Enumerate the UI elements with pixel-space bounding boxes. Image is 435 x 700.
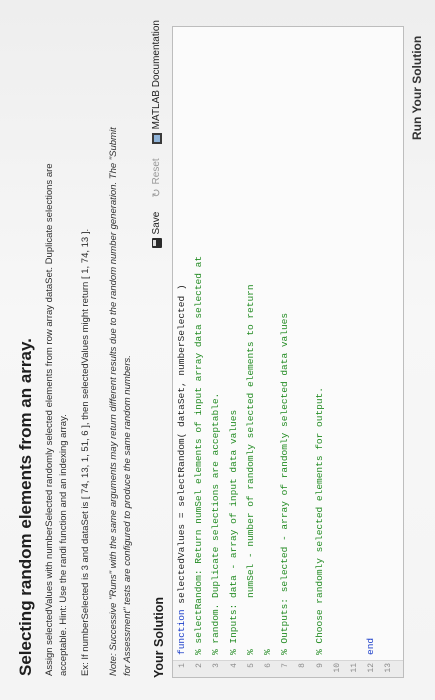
code-keyword: end xyxy=(365,637,377,655)
line-number: 6 xyxy=(264,663,273,668)
documentation-icon xyxy=(151,133,162,145)
line-number: 12 xyxy=(367,663,377,673)
reset-button[interactable]: ↻ Reset xyxy=(150,158,163,197)
code-line[interactable]: 8 xyxy=(295,27,309,677)
code-text: % Outputs: selected - array of randomly … xyxy=(278,313,292,655)
reset-icon: ↻ xyxy=(151,188,163,198)
run-solution-button[interactable]: Run Your Solution xyxy=(410,36,424,140)
code-statement: selectedValues = selectRandom( dataSet, … xyxy=(176,284,187,610)
code-text: function selectedValues = selectRandom( … xyxy=(175,284,189,655)
code-line[interactable]: 13 xyxy=(381,27,395,677)
documentation-label: MATLAB Documentation xyxy=(151,20,162,130)
code-text: % numSel - number of randomly selected e… xyxy=(244,284,258,655)
code-comment: % random. Duplicate selections are accep… xyxy=(210,392,222,655)
screenshot-stage: Selecting random elements from an array.… xyxy=(0,0,435,700)
code-line[interactable]: 11 xyxy=(347,27,361,677)
code-line[interactable]: 1 function selectedValues = selectRandom(… xyxy=(175,27,189,677)
code-text: end xyxy=(364,638,378,655)
save-label: Save xyxy=(151,211,162,235)
save-button[interactable]: Save xyxy=(151,212,162,249)
line-number: 1 xyxy=(178,663,187,668)
code-comment: % selectRandom: Return numSel elements o… xyxy=(193,255,205,655)
reset-label: Reset xyxy=(151,158,162,185)
line-number: 11 xyxy=(350,663,359,673)
line-number: 3 xyxy=(212,663,222,668)
code-line[interactable]: 4 % Inputs: data - array of input data va… xyxy=(227,27,241,677)
code-comment: % numSel - number of randomly selected e… xyxy=(244,284,256,655)
your-solution-heading: Your Solution xyxy=(152,596,166,678)
code-line[interactable]: 9 % Choose randomly selected elements for… xyxy=(313,27,327,677)
code-line[interactable]: 10 xyxy=(330,27,344,677)
matlab-documentation-link[interactable]: MATLAB Documentation xyxy=(151,20,162,145)
problem-description-line: acceptable. Hint: Use the randi function… xyxy=(58,414,69,676)
problem-title: Selecting random elements from an array. xyxy=(16,338,35,676)
code-line[interactable]: 7 % Outputs: selected - array of randomly… xyxy=(278,27,292,677)
line-number: 8 xyxy=(298,663,308,668)
code-text: % xyxy=(261,649,275,655)
problem-note-line: Note: Successive "Runs" with the same ar… xyxy=(108,127,119,676)
code-line[interactable]: 12 end xyxy=(364,27,378,677)
save-icon xyxy=(151,238,162,249)
code-comment: % Choose randomly selected elements for … xyxy=(313,387,325,655)
code-line[interactable]: 6% xyxy=(261,27,275,677)
code-comment: % Inputs: data - array of input data val… xyxy=(227,409,239,655)
code-text: % selectRandom: Return numSel elements o… xyxy=(192,256,206,655)
code-text: % Choose randomly selected elements for … xyxy=(313,387,327,655)
line-number: 5 xyxy=(246,663,256,668)
code-line[interactable]: 5 % numSel - number of randomly selected … xyxy=(244,27,258,677)
line-number: 7 xyxy=(281,663,291,668)
code-text: % Inputs: data - array of input data val… xyxy=(227,410,241,655)
line-number: 9 xyxy=(315,663,325,668)
solution-toolbar: Save ↻ Reset MATLAB Documentation xyxy=(150,20,163,249)
code-comment: % Outputs: selected - array of randomly … xyxy=(279,312,291,655)
line-number: 4 xyxy=(229,663,239,668)
line-number: 13 xyxy=(384,663,394,673)
code-line[interactable]: 2 % selectRandom: Return numSel elements … xyxy=(192,27,206,677)
code-comment: % xyxy=(262,649,273,655)
problem-note-line: for Assessment" tests are configured to … xyxy=(122,355,133,676)
code-keyword: function xyxy=(176,609,187,655)
problem-example: Ex: If numberSelected is 3 and dataSet i… xyxy=(80,228,91,676)
code-editor[interactable]: 1 function selectedValues = selectRandom(… xyxy=(172,26,404,678)
line-number: 10 xyxy=(332,663,342,673)
matlab-grader-page: Selecting random elements from an array.… xyxy=(0,0,435,700)
code-line[interactable]: 3 % random. Duplicate selections are acce… xyxy=(209,27,223,677)
problem-description-line: Assign selectedValues with numberSelecte… xyxy=(44,163,55,676)
code-text: % random. Duplicate selections are accep… xyxy=(209,393,223,655)
line-number: 2 xyxy=(195,663,205,668)
